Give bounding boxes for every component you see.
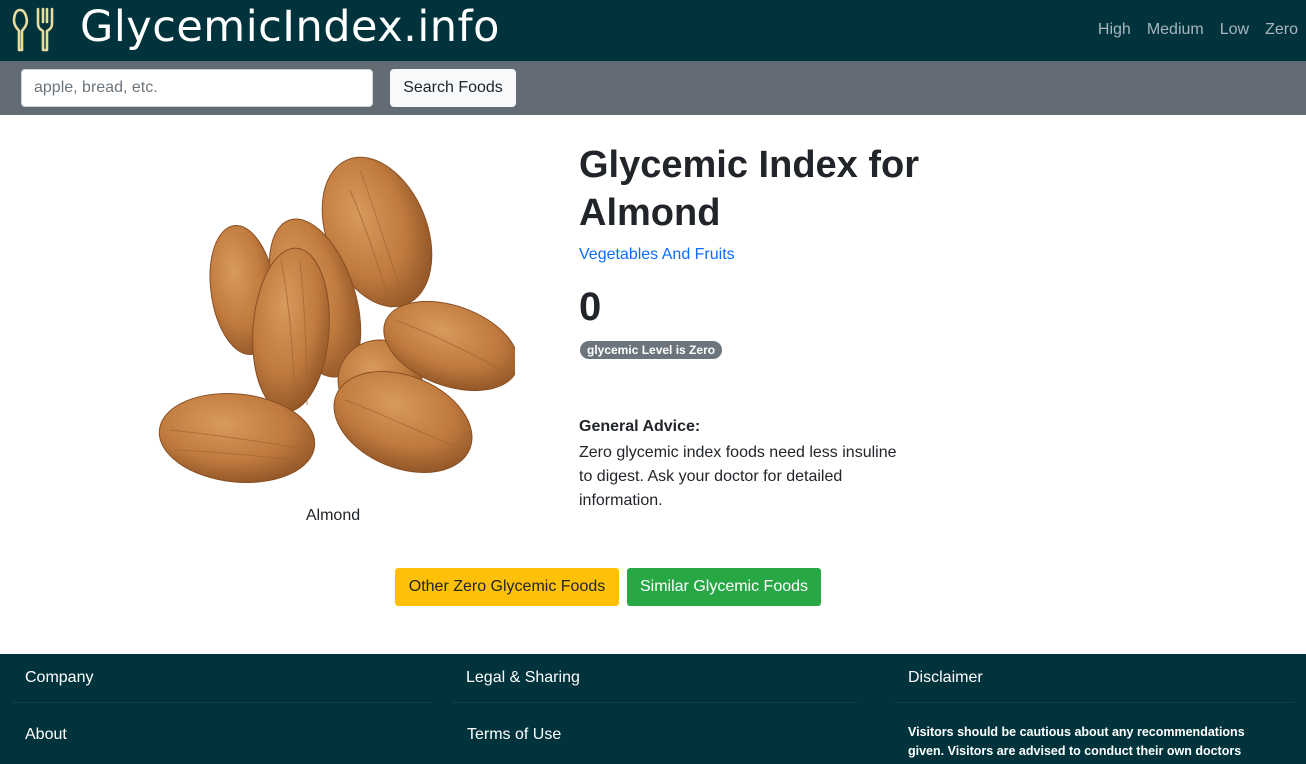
other-zero-glycemic-foods-button[interactable]: Other Zero Glycemic Foods [395, 568, 619, 606]
footer-disclaimer-text: Visitors should be cautious about any re… [908, 725, 1245, 758]
spoon-fork-icon[interactable] [11, 5, 59, 53]
nav-high[interactable]: High [1098, 19, 1131, 41]
nav-zero[interactable]: Zero [1265, 19, 1298, 41]
glycemic-index-value: 0 [579, 285, 602, 329]
search-bar: Search Foods [0, 61, 1306, 115]
footer-disclaimer-heading: Disclaimer [908, 669, 983, 686]
footer-about-link[interactable]: About [25, 725, 67, 745]
footer-divider [12, 702, 432, 703]
nav-medium[interactable]: Medium [1147, 19, 1204, 41]
footer-company-heading: Company [25, 669, 94, 686]
glycemic-level-badge: glycemic Level is Zero [580, 341, 723, 359]
search-input[interactable] [21, 69, 373, 107]
page-title: Glycemic Index for Almond [579, 144, 920, 234]
search-foods-button[interactable]: Search Foods [390, 69, 516, 107]
footer-legal-heading: Legal & Sharing [466, 669, 580, 686]
site-header: GlycemicIndex.info High Medium Low Zero [0, 0, 1306, 61]
footer-divider [894, 702, 1294, 703]
brand-logo-text[interactable]: GlycemicIndex.info [80, 2, 500, 52]
advice-text: Zero glycemic index foods need less insu… [579, 444, 897, 509]
food-caption: Almond [305, 507, 361, 524]
nav-low[interactable]: Low [1220, 19, 1249, 41]
top-nav: High Medium Low Zero [1098, 19, 1298, 41]
almond-image [158, 156, 515, 484]
category-link[interactable]: Vegetables And Fruits [579, 245, 735, 265]
similar-glycemic-foods-button[interactable]: Similar Glycemic Foods [627, 568, 821, 606]
advice-heading: General Advice: [579, 418, 701, 435]
footer-terms-link[interactable]: Terms of Use [467, 725, 561, 745]
footer-divider [452, 702, 858, 703]
site-footer: Company Legal & Sharing Disclaimer About… [0, 654, 1306, 764]
